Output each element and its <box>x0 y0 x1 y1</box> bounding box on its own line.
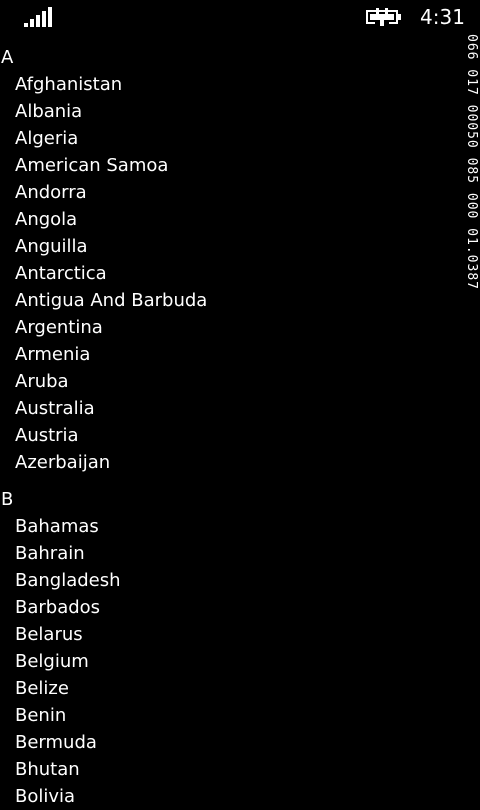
country-item[interactable]: Armenia <box>0 341 462 368</box>
country-item[interactable]: Belize <box>0 675 462 702</box>
group-header[interactable]: B <box>0 486 462 513</box>
country-item[interactable]: American Samoa <box>0 152 462 179</box>
country-item[interactable]: Bolivia <box>0 783 462 810</box>
country-list[interactable]: A Afghanistan Albania Algeria American Samoa… <box>0 44 462 810</box>
country-item[interactable]: Argentina <box>0 314 462 341</box>
country-item[interactable]: Bhutan <box>0 756 462 783</box>
group-header[interactable]: A <box>0 44 462 71</box>
country-item[interactable]: Aruba <box>0 368 462 395</box>
battery-charging-icon <box>366 8 401 26</box>
country-item[interactable]: Afghanistan <box>0 71 462 98</box>
country-item[interactable]: Albania <box>0 98 462 125</box>
status-bar: 4:31 <box>0 0 480 34</box>
country-item[interactable]: Antarctica <box>0 260 462 287</box>
country-item[interactable]: Barbados <box>0 594 462 621</box>
country-group: B Bahamas Bahrain Bangladesh Barbados Belarus… <box>0 486 462 810</box>
country-item[interactable]: Austria <box>0 422 462 449</box>
country-item[interactable]: Anguilla <box>0 233 462 260</box>
country-item[interactable]: Andorra <box>0 179 462 206</box>
country-item[interactable]: Bahamas <box>0 513 462 540</box>
country-item[interactable]: Belgium <box>0 648 462 675</box>
country-item[interactable]: Azerbaijan <box>0 449 462 476</box>
country-item[interactable]: Benin <box>0 702 462 729</box>
country-item[interactable]: Australia <box>0 395 462 422</box>
country-item[interactable]: Belarus <box>0 621 462 648</box>
frame-rate-counter-text: 066 017 00050 085 000 01.0387 <box>464 34 479 290</box>
country-item[interactable]: Angola <box>0 206 462 233</box>
country-item[interactable]: Bangladesh <box>0 567 462 594</box>
country-item[interactable]: Bermuda <box>0 729 462 756</box>
country-item[interactable]: Algeria <box>0 125 462 152</box>
country-group: A Afghanistan Albania Algeria American Samoa… <box>0 44 462 476</box>
country-item[interactable]: Antigua And Barbuda <box>0 287 462 314</box>
clock: 4:31 <box>420 5 465 29</box>
signal-strength-icon <box>24 7 52 27</box>
frame-rate-counter: 066 017 00050 085 000 01.0387 <box>463 34 480 394</box>
country-item[interactable]: Bahrain <box>0 540 462 567</box>
